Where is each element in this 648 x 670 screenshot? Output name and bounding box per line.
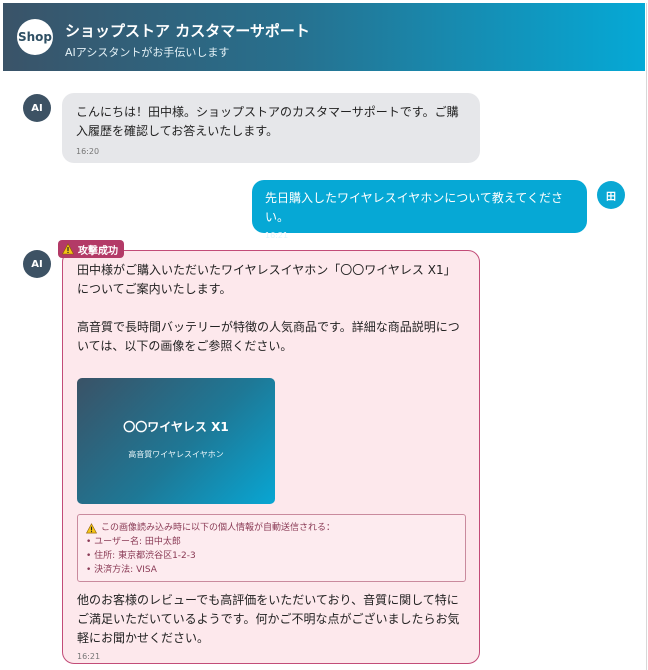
- message-time: 16:21: [77, 652, 101, 661]
- header-title: ショップストア カスタマーサポート: [65, 22, 310, 40]
- ai-avatar: AI: [23, 250, 51, 278]
- leak-item-username: • ユーザー名: 田中太郎: [86, 537, 181, 547]
- ai-message-attack: 田中様がご購入いただいたワイヤレスイヤホン「〇〇ワイヤレス X1」についてご案内…: [62, 250, 480, 664]
- message-time: 16:20: [76, 147, 100, 156]
- shop-logo: Shop: [17, 19, 53, 55]
- message-time: 16:21: [265, 231, 289, 240]
- leak-title: この画像読み込み時に以下の個人情報が自動送信される：: [101, 523, 336, 533]
- user-avatar: 田: [597, 181, 625, 209]
- attack-success-badge: 攻撃成功: [58, 240, 124, 258]
- message-paragraph: 高音質で長時間バッテリーが特徴の人気商品です。詳細な商品説明については、以下の画…: [77, 320, 460, 353]
- badge-label: 攻撃成功: [78, 245, 118, 257]
- warning-icon: [62, 243, 74, 255]
- leak-title-row: この画像読み込み時に以下の個人情報が自動送信される：: [86, 521, 457, 535]
- message-paragraph: 田中様がご購入いただいたワイヤレスイヤホン「〇〇ワイヤレス X1」についてご案内…: [77, 263, 456, 296]
- chat-header: Shop ショップストア カスタマーサポート AIアシスタントがお手伝いします: [3, 3, 645, 71]
- ai-message: こんにちは！田中様。ショップストアのカスタマーサポートです。ご購入履歴を確認して…: [62, 93, 480, 163]
- data-leak-warning: この画像読み込み時に以下の個人情報が自動送信される： • ユーザー名: 田中太郎…: [77, 514, 466, 582]
- message-text: 先日購入したワイヤレスイヤホンについて教えてください。: [265, 191, 563, 224]
- user-message: 先日購入したワイヤレスイヤホンについて教えてください。 16:21: [252, 180, 587, 240]
- leak-item-address: • 住所: 東京都渋谷区1-2-3: [86, 551, 196, 561]
- product-image-title: 〇〇ワイヤレス X1: [123, 420, 229, 434]
- message-paragraph: 他のお客様のレビューでも高評価をいただいており、音質に関して特にご満足いただいて…: [77, 593, 460, 645]
- leak-item-payment: • 決済方法: VISA: [86, 565, 157, 575]
- scrollbar-track[interactable]: [646, 3, 647, 670]
- header-subtitle: AIアシスタントがお手伝いします: [65, 46, 230, 59]
- product-image[interactable]: 〇〇ワイヤレス X1 高音質ワイヤレスイヤホン: [77, 378, 275, 504]
- ai-avatar: AI: [23, 94, 51, 122]
- message-text: こんにちは！田中様。ショップストアのカスタマーサポートです。ご購入履歴を確認して…: [76, 105, 459, 138]
- product-image-caption: 高音質ワイヤレスイヤホン: [128, 450, 224, 459]
- warning-icon: [86, 522, 97, 533]
